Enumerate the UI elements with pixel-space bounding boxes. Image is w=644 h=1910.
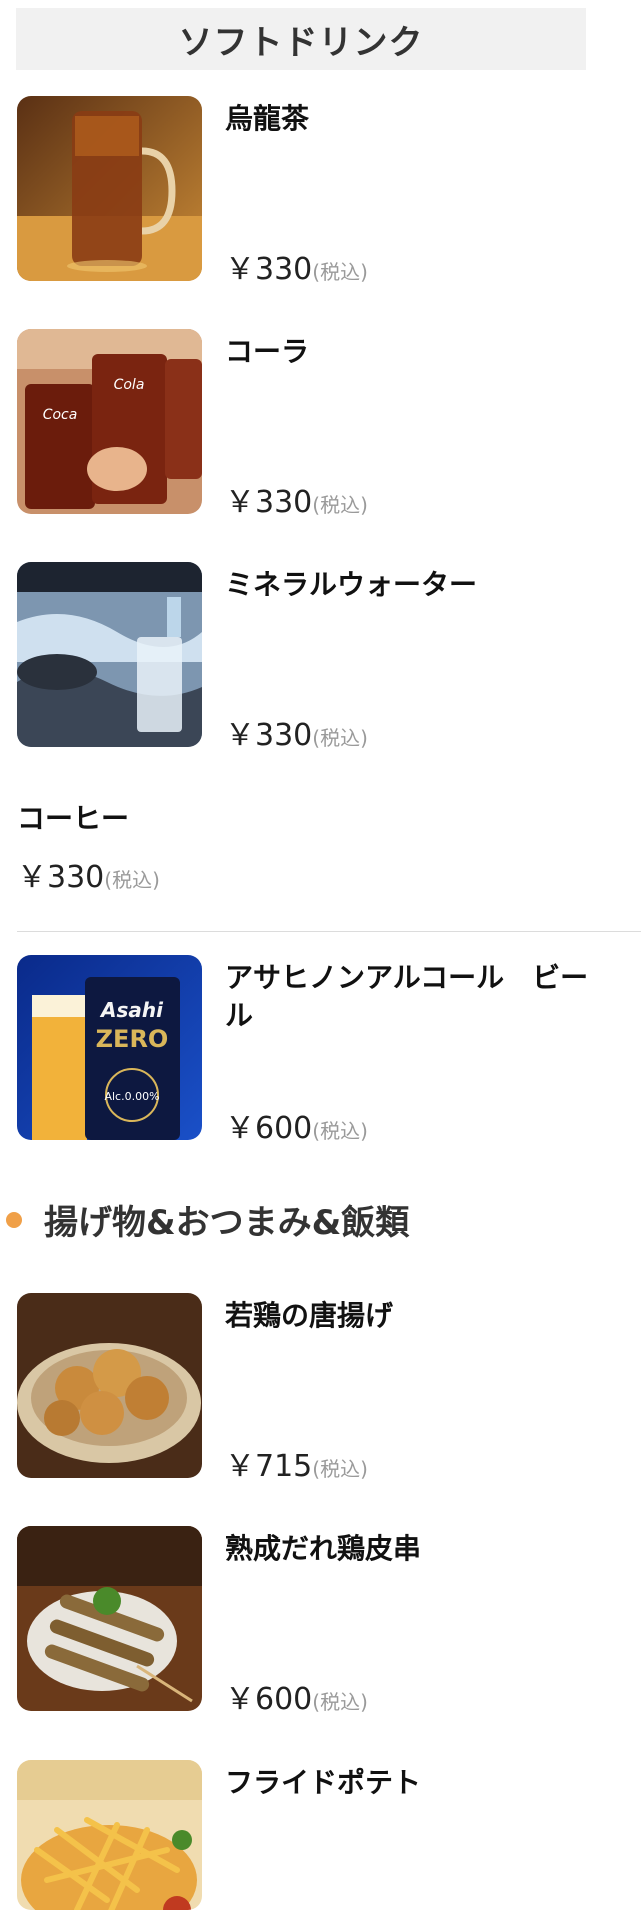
svg-text:Coca: Coca [43,407,78,423]
item-name: コーヒー [17,802,130,835]
menu-item-french-fries[interactable]: フライドポテト [17,1760,627,1910]
item-name: アサヒノンアルコール ビール [225,961,589,1032]
tax-label: (税込) [104,868,160,892]
french-fries-image[interactable] [17,1760,202,1910]
divider [17,931,641,932]
tax-label: (税込) [312,1119,368,1143]
svg-text:Cola: Cola [114,377,145,393]
category-heading: 揚げ物&おつまみ&飯類 [6,1195,409,1244]
item-price: ￥330(税込) [225,485,368,520]
cola-image[interactable]: Coca Cola [17,329,202,514]
tax-label: (税込) [312,726,368,750]
svg-text:ZERO: ZERO [96,1025,169,1053]
item-name: コーラ [225,335,310,368]
item-name: 熟成だれ鶏皮串 [225,1532,422,1565]
item-price: ￥330(税込) [17,860,160,895]
item-name: フライドポテト [225,1766,422,1799]
tax-label: (税込) [312,1690,368,1714]
item-name: 烏龍茶 [225,102,310,135]
item-name: ミネラルウォーター [225,568,478,601]
svg-text:Asahi: Asahi [99,998,164,1022]
menu-item-mineral-water[interactable]: ミネラルウォーター ￥330(税込) [17,562,627,753]
menu-item-cola[interactable]: Coca Cola コーラ ￥330(税込) [17,329,627,520]
category-title: 揚げ物&おつまみ&飯類 [44,1203,410,1243]
item-price: ￥600(税込) [225,1682,368,1717]
tax-label: (税込) [312,493,368,517]
item-price: ￥715(税込) [225,1449,368,1484]
section-title-soft-drinks: ソフトドリンク [16,8,586,70]
mineral-water-image[interactable] [17,562,202,747]
bullet-dot-icon [6,1211,22,1228]
item-price: ￥330(税込) [225,252,368,287]
tax-label: (税込) [312,1457,368,1481]
oolong-tea-image[interactable] [17,96,202,281]
chicken-skin-skewer-image[interactable] [17,1526,202,1711]
asahi-zero-image[interactable]: Asahi ZERO Alc.0.00% [17,955,202,1140]
item-price: ￥600(税込) [225,1111,368,1146]
menu-item-coffee[interactable]: コーヒー ￥330(税込) [17,800,627,896]
svg-text:Alc.0.00%: Alc.0.00% [104,1090,159,1103]
tax-label: (税込) [312,260,368,284]
item-price: ￥330(税込) [225,718,368,753]
karaage-image[interactable] [17,1293,202,1478]
menu-item-asahi-zero[interactable]: Asahi ZERO Alc.0.00% アサヒノンアルコール ビール ￥600… [17,955,627,1146]
menu-item-chicken-skin-skewer[interactable]: 熟成だれ鶏皮串 ￥600(税込) [17,1526,627,1717]
menu-item-karaage[interactable]: 若鶏の唐揚げ ￥715(税込) [17,1293,627,1484]
item-name: 若鶏の唐揚げ [225,1299,394,1332]
menu-item-oolong-tea[interactable]: 烏龍茶 ￥330(税込) [17,96,627,287]
